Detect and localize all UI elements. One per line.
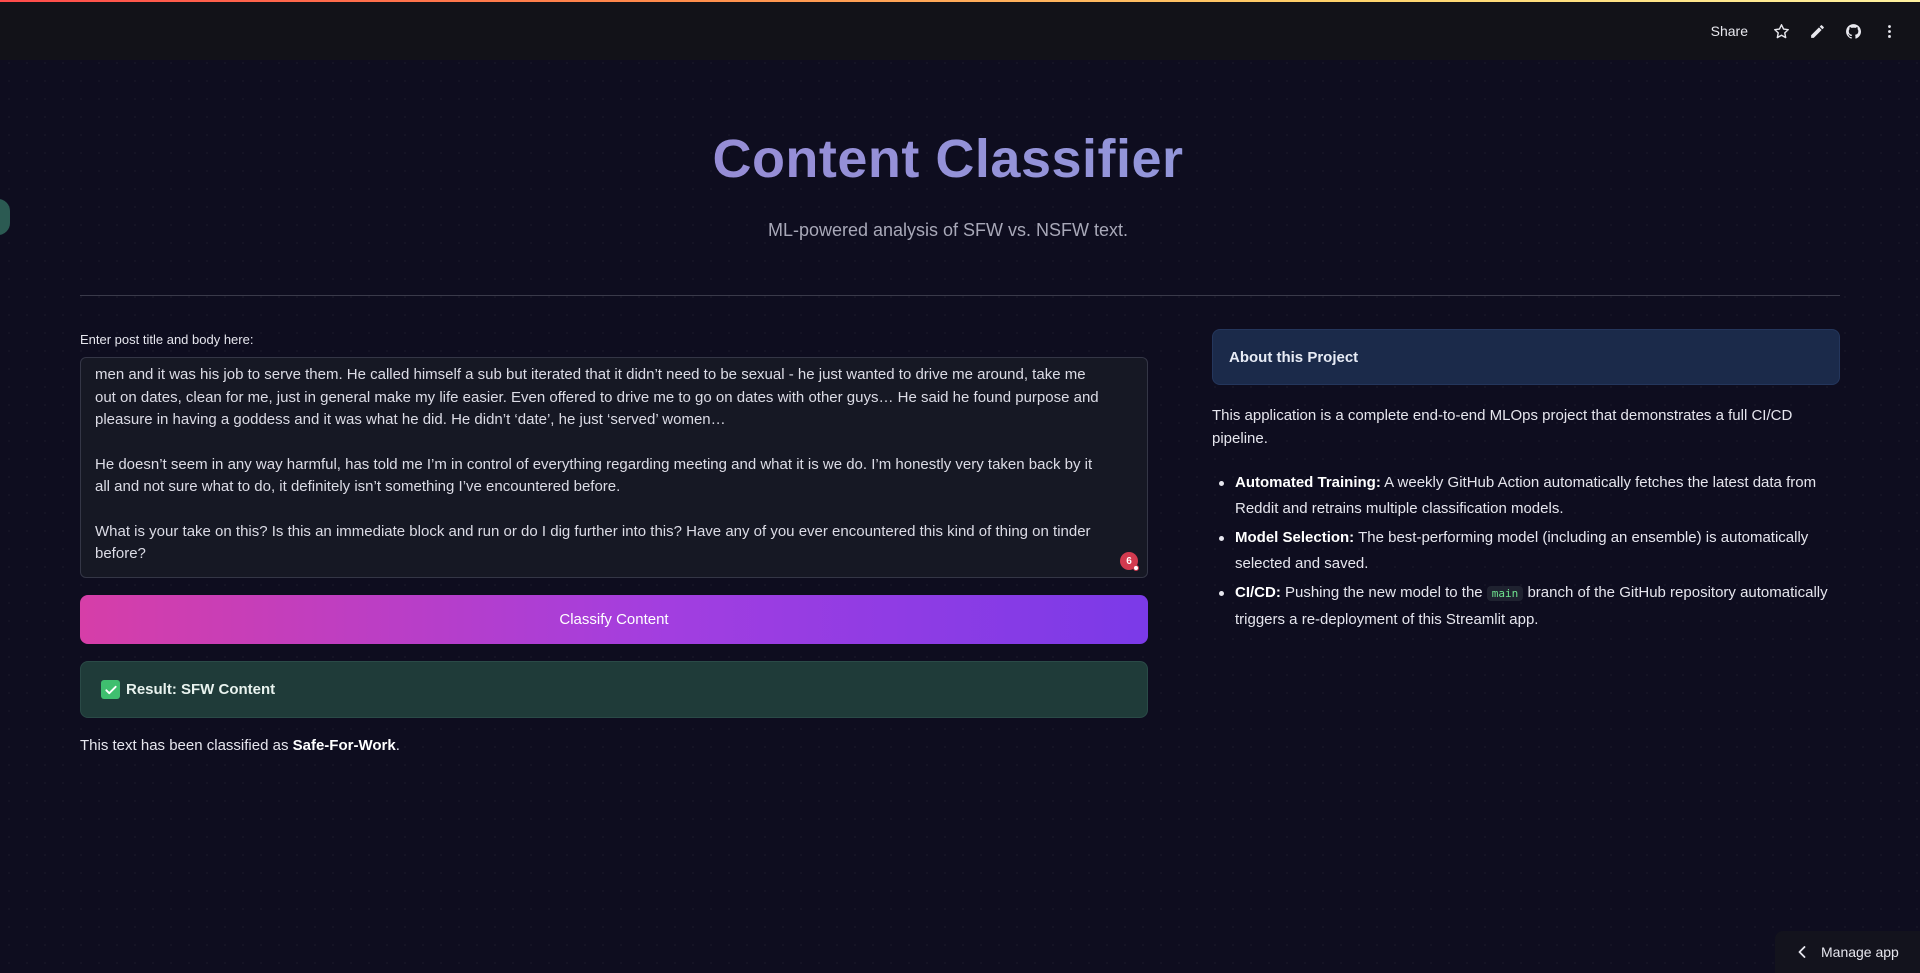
share-button[interactable]: Share (1711, 23, 1748, 39)
about-project-title: About this Project (1229, 348, 1359, 366)
about-feature-list: Automated Training: A weekly GitHub Acti… (1212, 470, 1840, 636)
classify-content-button[interactable]: Classify Content (80, 595, 1148, 644)
result-note: This text has been classified as Safe-Fo… (80, 737, 400, 754)
result-note-suffix: . (395, 737, 400, 754)
feature-text: Pushing the new model to the (1280, 584, 1487, 601)
post-input-label: Enter post title and body here: (80, 332, 254, 347)
check-mark-icon (101, 680, 120, 699)
page-subtitle: ML-powered analysis of SFW vs. NSFW text… (767, 220, 1129, 240)
text-overflow-clip (95, 358, 1107, 364)
page-title: Content Classifier (0, 128, 1896, 190)
list-item: Automated Training: A weekly GitHub Acti… (1212, 470, 1840, 522)
about-description: This application is a complete end-to-en… (1212, 407, 1793, 447)
list-item: CI/CD: Pushing the new model to the main… (1212, 580, 1840, 633)
feature-name: Automated Training: (1235, 474, 1381, 491)
result-note-prefix: This text has been classified as (80, 737, 293, 754)
result-success-box: Result: SFW Content (80, 661, 1148, 718)
chevron-left-icon (1798, 946, 1806, 958)
list-item: Model Selection: The best-performing mod… (1212, 525, 1840, 577)
result-title: Result: SFW Content (126, 681, 276, 698)
manage-app-button[interactable]: Manage app (1775, 931, 1920, 973)
grammar-badge-icon[interactable]: 6 (1120, 552, 1139, 571)
result-note-label: Safe-For-Work (292, 737, 396, 754)
manage-app-label: Manage app (1821, 944, 1899, 960)
grammar-badge-count: 6 (1126, 555, 1132, 567)
feature-name: Model Selection: (1235, 529, 1355, 546)
kebab-menu-icon[interactable] (1880, 22, 1898, 40)
post-paragraph: What is your take on this? Is this an im… (95, 522, 1091, 563)
github-icon[interactable] (1844, 22, 1862, 40)
post-textarea[interactable]: men and it was his job to serve them. He… (80, 357, 1148, 578)
app-header: Share (0, 2, 1920, 60)
about-project-box: About this Project (1212, 329, 1840, 385)
section-divider (80, 295, 1840, 296)
branch-name-code: main (1486, 586, 1524, 601)
post-paragraph: He doesn’t seem in any way harmful, has … (95, 455, 1093, 496)
pencil-icon[interactable] (1808, 22, 1826, 40)
post-paragraph: men and it was his job to serve them. He… (95, 366, 1099, 428)
star-icon[interactable] (1772, 22, 1790, 40)
feature-name: CI/CD: (1235, 584, 1281, 601)
badge-status-dot (1133, 565, 1139, 571)
